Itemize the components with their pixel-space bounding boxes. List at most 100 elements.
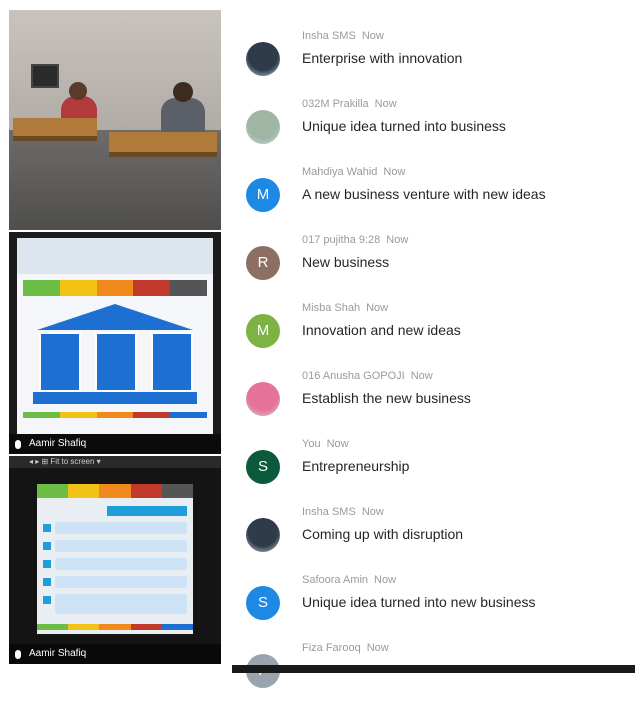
avatar: S (246, 450, 280, 484)
sender-name: Insha SMS (302, 506, 356, 518)
slide-color-strip (23, 280, 207, 296)
desk (109, 132, 217, 157)
video-tile-screenshare[interactable]: ◂ ▸ ⊞ Fit to screen ▾ Aamir Shafiq (9, 456, 221, 664)
participant-name-bar: Aamir Shafiq (9, 434, 221, 454)
chat-message[interactable]: M Misba Shah Now Innovation and new ideas (232, 298, 635, 366)
check-icon (43, 560, 51, 568)
desk (13, 118, 97, 141)
chat-message-list[interactable]: Insha SMS Now Enterprise with innovation 03… (232, 0, 635, 688)
participant-name: Aamir Shafiq (29, 438, 87, 449)
sender-name: Misba Shah (302, 302, 361, 314)
message-time: Now (366, 642, 389, 654)
chat-message[interactable]: 016 Anusha GOPOJI Now Establish the new bu… (232, 366, 635, 434)
message-meta: Safoora Amin Now (302, 574, 396, 586)
sender-name: Mahdiya Wahid (302, 166, 378, 178)
message-time: Now (383, 166, 406, 178)
check-icon (43, 578, 51, 586)
share-toolbar[interactable]: ◂ ▸ ⊞ Fit to screen ▾ (9, 456, 221, 468)
message-text: Coming up with disruption (302, 526, 464, 542)
slide-header (17, 238, 213, 274)
avatar (246, 110, 280, 144)
message-meta: You Now (302, 438, 349, 450)
chat-message[interactable]: R 017 pujitha 9:28 Now New business (232, 230, 635, 298)
slide-color-strip (37, 484, 194, 498)
pillar (95, 332, 137, 392)
video-tile-camera[interactable] (9, 10, 221, 230)
avatar-letter: S (257, 458, 268, 475)
pillar (151, 332, 193, 392)
avatar-letter: S (257, 594, 268, 611)
chat-message[interactable]: S Safoora Amin Now Unique idea turned into … (232, 570, 635, 638)
message-text: Entrepreneurship (302, 458, 410, 474)
avatar: M (246, 314, 280, 348)
message-text: Unique idea turned into new business (302, 594, 536, 610)
chat-message[interactable]: 032M Prakilla Now Unique idea turned into … (232, 94, 635, 162)
sender-name: 016 Anusha GOPOJI (302, 370, 405, 382)
message-meta: Fiza Farooq Now (302, 642, 389, 654)
slide-list-row (55, 576, 187, 588)
avatar: S (246, 586, 280, 620)
pillar (39, 332, 81, 392)
mic-icon (15, 440, 21, 449)
slide-title-bar (107, 506, 187, 516)
participant-head (69, 82, 87, 100)
message-text: Enterprise with innovation (302, 50, 463, 66)
message-text: New business (302, 254, 390, 270)
slide-footer-strip (23, 412, 207, 418)
message-text: Innovation and new ideas (302, 322, 461, 338)
message-meta: Insha SMS Now (302, 30, 384, 42)
slide-footer-strip (37, 624, 194, 630)
avatar (246, 518, 280, 552)
sender-name: Safoora Amin (302, 574, 369, 586)
sender-name: 017 pujitha 9:28 (302, 234, 381, 246)
message-time: Now (386, 234, 409, 246)
message-meta: Misba Shah Now (302, 302, 388, 314)
slide-list-row (55, 558, 187, 570)
monitor (31, 64, 59, 88)
slide-list-row (55, 594, 187, 614)
message-meta: 017 pujitha 9:28 Now (302, 234, 408, 246)
avatar (246, 382, 280, 416)
bottom-bar (232, 665, 635, 673)
house-roof (37, 304, 193, 330)
message-time: Now (361, 30, 384, 42)
chat-message[interactable]: Insha SMS Now Enterprise with innovation (232, 26, 635, 94)
message-meta: Mahdiya Wahid Now (302, 166, 405, 178)
sender-name: Insha SMS (302, 30, 356, 42)
message-text: Unique idea turned into business (302, 118, 506, 134)
message-time: Now (326, 438, 349, 450)
sender-name: Fiza Farooq (302, 642, 361, 654)
mic-icon (15, 650, 21, 659)
avatar-letter: M (256, 322, 270, 339)
check-icon (43, 524, 51, 532)
participant-name: Aamir Shafiq (29, 648, 87, 659)
message-text: Establish the new business (302, 390, 471, 406)
message-meta: 016 Anusha GOPOJI Now (302, 370, 433, 382)
message-meta: Insha SMS Now (302, 506, 384, 518)
chat-message[interactable]: S You Now Entrepreneurship (232, 434, 635, 502)
slide-list-row (55, 540, 187, 552)
video-tile-screenshare[interactable]: Aamir Shafiq (9, 232, 221, 454)
message-time: Now (366, 302, 389, 314)
message-time: Now (374, 574, 397, 586)
message-time: Now (410, 370, 433, 382)
presentation-slide (17, 238, 213, 434)
message-meta: 032M Prakilla Now (302, 98, 397, 110)
check-icon (43, 542, 51, 550)
slide-list-row (55, 522, 187, 534)
avatar (246, 42, 280, 76)
sender-name: 032M Prakilla (302, 98, 369, 110)
message-text: A new business venture with new ideas (302, 186, 546, 202)
check-icon (43, 596, 51, 604)
message-time: Now (361, 506, 384, 518)
sender-name: You (302, 438, 321, 450)
avatar-letter: M (256, 186, 270, 203)
avatar: R (246, 246, 280, 280)
participant-name-bar: Aamir Shafiq (9, 644, 221, 664)
chat-message[interactable]: Insha SMS Now Coming up with disruption (232, 502, 635, 570)
avatar-letter: R (257, 254, 269, 271)
participant-head (173, 82, 193, 102)
chat-message[interactable]: M Mahdiya Wahid Now A new business venture … (232, 162, 635, 230)
presentation-slide (37, 484, 194, 634)
house-base (33, 392, 197, 404)
